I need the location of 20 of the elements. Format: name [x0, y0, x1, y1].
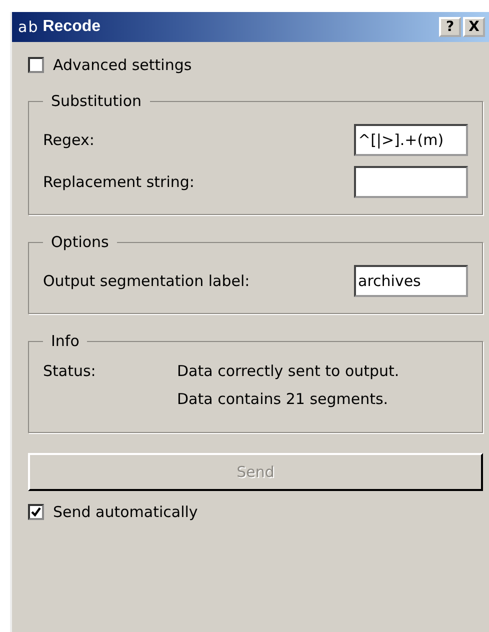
- checkbox-label: Send automatically: [53, 503, 198, 521]
- field-label: Replacement string:: [43, 173, 194, 191]
- input-field[interactable]: ^[|>].+(m): [354, 124, 468, 156]
- input-field[interactable]: archives: [354, 265, 468, 297]
- status-text: Data correctly sent to output.: [177, 362, 400, 380]
- field-label: Regex:: [43, 131, 94, 149]
- help-button[interactable]: ?: [439, 17, 461, 37]
- group-title: Substitution: [50, 92, 143, 110]
- checkbox[interactable]: [28, 57, 44, 73]
- status-label: Status:: [43, 362, 97, 382]
- input-field[interactable]: [354, 166, 468, 198]
- checkbox[interactable]: [28, 504, 44, 520]
- checkbox-label: Advanced settings: [53, 56, 192, 74]
- group-title: Info: [50, 332, 80, 350]
- field-label: Output segmentation label:: [43, 272, 250, 290]
- app-icon: ab: [18, 18, 39, 36]
- group-title: Options: [50, 233, 110, 251]
- close-button[interactable]: X: [463, 17, 485, 37]
- status-text: Data contains 21 segments.: [177, 390, 390, 408]
- window-title: Recode: [42, 18, 102, 36]
